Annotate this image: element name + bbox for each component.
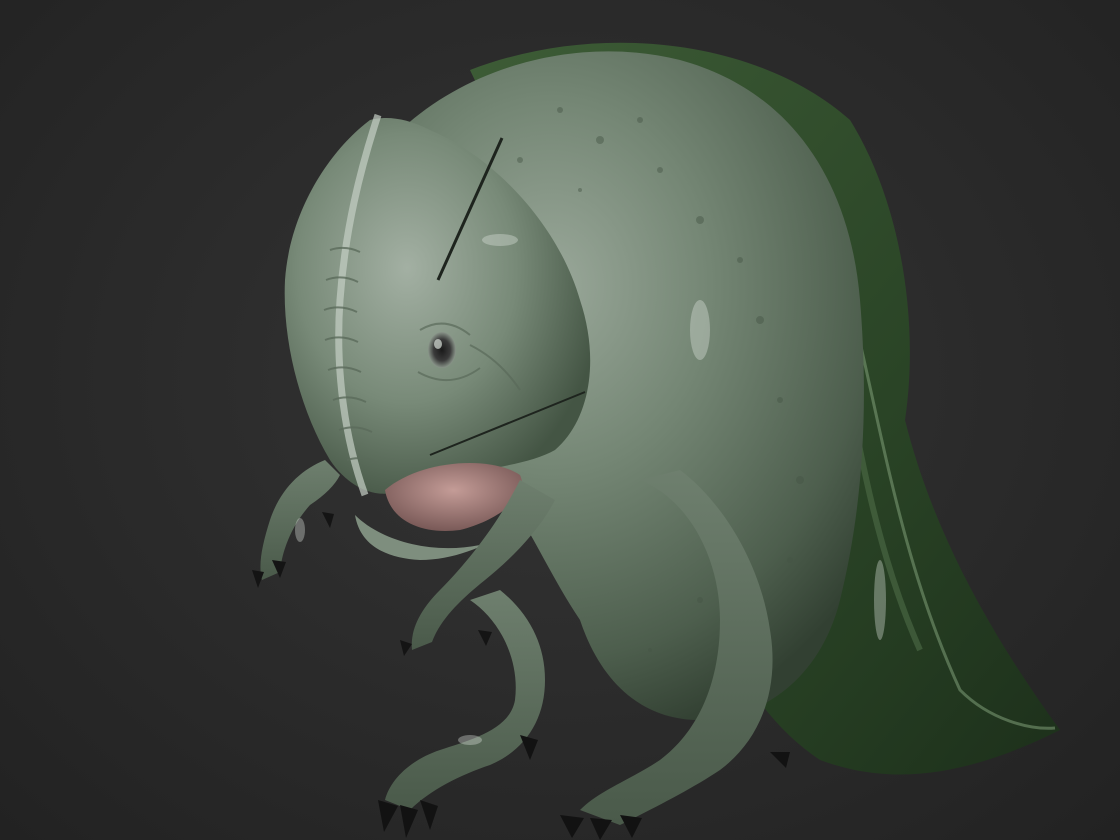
front-leg	[385, 590, 545, 810]
creature-render	[252, 42, 1060, 840]
eye-highlight	[434, 339, 442, 349]
render-viewport	[0, 0, 1120, 840]
creature-eye	[428, 332, 456, 368]
